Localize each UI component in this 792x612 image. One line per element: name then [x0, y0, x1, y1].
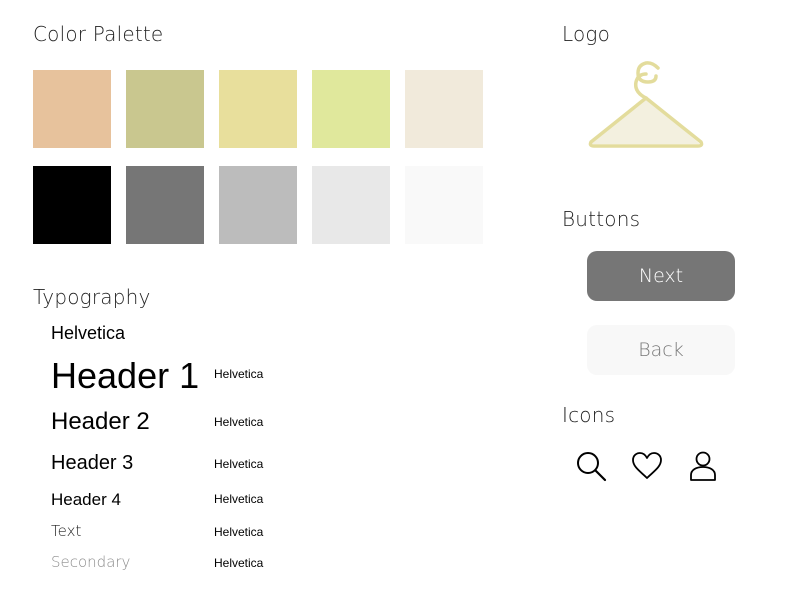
swatch-olive — [126, 70, 204, 148]
swatch-sand-yellow — [219, 70, 297, 148]
secondary-text-sample: Secondary — [51, 553, 131, 571]
secondary-text-font: Helvetica — [214, 556, 264, 570]
heart-icon[interactable] — [631, 450, 663, 482]
font-family-name: Helvetica — [51, 323, 126, 343]
icons-title: Icons — [562, 403, 616, 427]
logo-title: Logo — [562, 22, 611, 46]
swatch-off-white — [405, 166, 483, 244]
swatch-mid-gray — [219, 166, 297, 244]
swatch-dark-gray — [126, 166, 204, 244]
swatch-lime — [312, 70, 390, 148]
header-2-sample: Header 2 — [51, 408, 150, 435]
header-3-sample: Header 3 — [51, 452, 134, 474]
back-button[interactable]: Back — [587, 325, 735, 375]
swatch-cream — [405, 70, 483, 148]
hanger-icon — [586, 58, 706, 152]
header-2-font: Helvetica — [214, 415, 264, 429]
typography-title: Typography — [33, 285, 151, 309]
header-3-font: Helvetica — [214, 457, 264, 471]
buttons-title: Buttons — [562, 207, 641, 231]
swatch-light-gray — [312, 166, 390, 244]
header-1-sample: Header 1 — [51, 355, 200, 396]
swatch-black — [33, 166, 111, 244]
header-4-font: Helvetica — [214, 492, 264, 506]
body-text-sample: Text — [51, 522, 82, 540]
header-4-sample: Header 4 — [51, 490, 121, 509]
search-icon[interactable] — [575, 450, 607, 482]
body-text-font: Helvetica — [214, 525, 264, 539]
next-button[interactable]: Next — [587, 251, 735, 301]
user-icon[interactable] — [687, 450, 719, 482]
header-1-font: Helvetica — [214, 367, 264, 381]
swatch-tan — [33, 70, 111, 148]
palette-title: Color Palette — [33, 22, 164, 46]
